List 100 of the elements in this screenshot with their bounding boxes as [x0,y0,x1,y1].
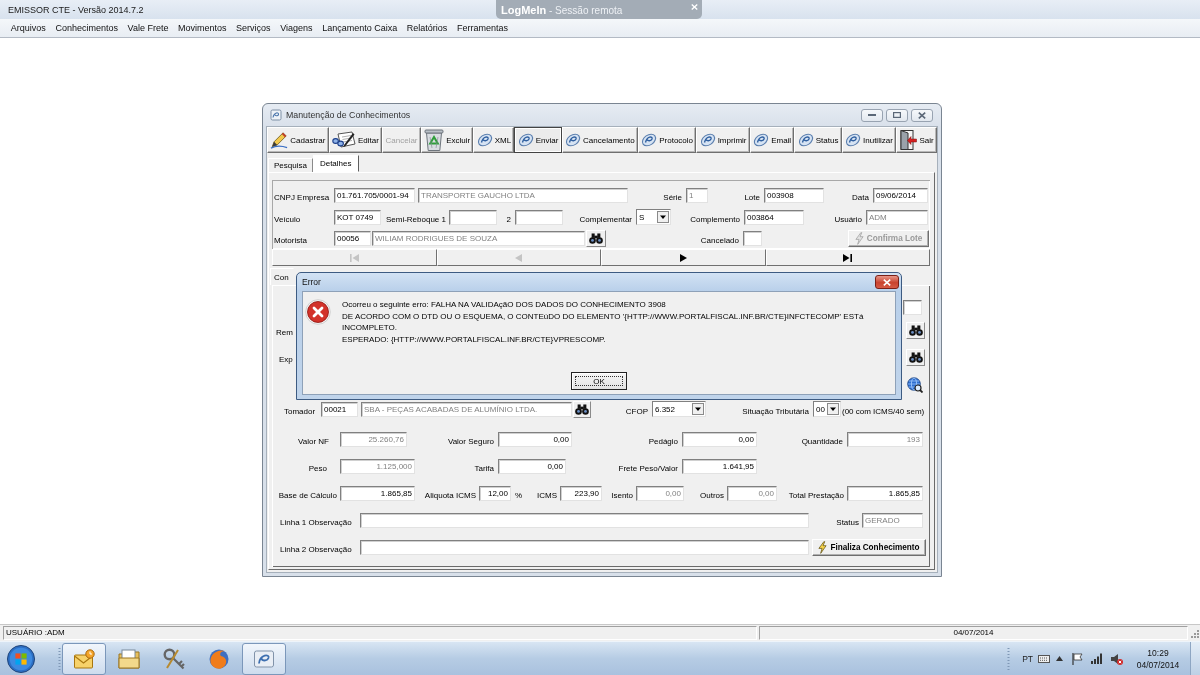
tab[interactable]: Pesquisa [268,158,313,172]
toolbar-button[interactable]: Editar [328,127,383,153]
text-field[interactable]: 09/06/2014 [873,188,928,203]
search-button[interactable] [586,230,606,247]
toolbar-button[interactable]: Cadastrar [267,127,329,153]
field-label: Peso [308,464,327,475]
ok-button[interactable]: OK [571,372,627,390]
field-label: Linha 1 Observação [280,518,352,529]
menu-item[interactable]: Arquivos [6,23,51,33]
field-label: Série [663,193,682,204]
swirl-icon [565,132,582,148]
toolbar-button[interactable]: Enviar [514,127,562,153]
up-arrow-icon[interactable] [1056,656,1063,661]
text-field[interactable]: 0,00 [498,459,566,474]
start-button[interactable] [4,642,38,675]
close-button[interactable] [875,275,899,289]
toolbar-button[interactable]: Protocolo [637,127,697,153]
swirl-icon [797,132,814,148]
tab[interactable]: Detalhes [312,155,359,172]
text-field[interactable] [449,210,497,225]
field-label: Valor Seguro [447,437,494,448]
search-button[interactable] [906,322,925,339]
minimize-button[interactable] [861,108,883,122]
menu-item[interactable]: Vale Frete [122,23,174,33]
field-label: Isento [611,491,633,502]
signal-icon[interactable] [1091,653,1102,664]
toolbar-button[interactable]: XML [473,127,515,153]
globe-search-icon [907,376,923,393]
text-field[interactable]: 1.641,95 [682,459,757,474]
toolbar-button[interactable]: Inutilizar [841,127,897,153]
text-field[interactable]: 00021 [321,402,358,417]
document-icon [270,109,282,121]
muted-speaker-icon[interactable] [1111,652,1123,665]
toolbar-button[interactable]: Imprimir [696,127,750,153]
text-field[interactable]: 223,90 [560,486,602,501]
text-field[interactable]: 1.865,85 [847,486,923,501]
search-button[interactable] [906,349,925,366]
app-title: EMISSOR CTE - Versão 2014.7.2 [8,4,144,15]
search-button[interactable] [573,401,591,418]
menu-item[interactable]: Conhecimentos [50,23,123,33]
field-label: Status [836,518,859,529]
toolbar-button[interactable]: Excluir [420,127,474,153]
last-record-button[interactable] [765,249,930,266]
text-field[interactable] [360,540,809,555]
toolbar-button[interactable]: Sair [896,127,937,153]
dropdown[interactable]: S [636,209,671,225]
toolbar-button[interactable]: Cancelamento [561,127,638,153]
maximize-button[interactable] [886,108,908,122]
text-field[interactable] [903,300,922,315]
close-icon [918,111,926,119]
language-indicator[interactable]: PT [1022,653,1033,664]
text-field[interactable]: 003908 [764,188,824,203]
first-record-button[interactable] [272,249,437,266]
field-label: CNPJ Empresa [274,193,330,204]
recycle-bin-icon [424,129,445,151]
menu-item[interactable]: Movimentos [173,23,232,33]
text-field[interactable] [515,210,563,225]
action-button[interactable]: Finaliza Conhecimento [812,539,926,556]
text-field[interactable]: 1.865,85 [340,486,415,501]
globe-icon [208,647,230,670]
dropdown[interactable]: 00 [813,401,841,417]
text-field[interactable] [360,513,809,528]
toolbar-button[interactable]: Status [794,127,842,153]
text-field[interactable]: 12,00 [479,486,511,501]
clock-time[interactable]: 10:29 [1147,646,1169,659]
clock-date[interactable]: 04/07/2014 [1136,658,1180,671]
field-label: Situação Tributária [742,407,809,418]
tab[interactable]: Con [270,268,294,285]
flag-icon[interactable] [1072,652,1083,665]
text-field[interactable]: 003864 [744,210,804,225]
text-field[interactable]: 00056 [334,231,371,246]
text-field[interactable]: 0,00 [498,432,572,447]
prior-record-button[interactable] [436,249,601,266]
text-field[interactable]: 01.761.705/0001-94 [334,188,415,203]
web-search-button[interactable] [906,376,924,393]
menu-item[interactable]: Viagens [275,23,318,33]
toolbar-button[interactable]: Email [749,127,795,153]
dropdown[interactable]: 6.352 [652,401,706,417]
text-field[interactable]: 0,00 [682,432,757,447]
swirl-icon [753,132,770,148]
menu-item[interactable]: Serviços [231,23,276,33]
field-label: Base de Cálculo [278,491,337,502]
taskbar-button[interactable] [62,642,106,675]
menu-item[interactable]: Relatórios [402,23,453,33]
field-label: Aliquota ICMS [424,491,476,502]
field-label: Cancelado [700,236,739,247]
text-field[interactable]: KOT 0749 [334,210,381,225]
taskbar-button[interactable] [242,642,286,675]
close-button[interactable] [911,108,933,122]
keyboard-icon[interactable] [1038,654,1050,663]
swirl-icon [517,132,534,148]
next-record-button[interactable] [601,249,766,266]
field-label: Complemento [690,215,740,226]
menu-item[interactable]: Ferramentas [452,23,513,33]
orb-icon [7,644,35,673]
field-label: Quantidade [801,437,843,448]
field-label: % [514,491,523,502]
field-label: Pedágio [648,437,678,448]
menu-item[interactable]: Lançamento Caixa [317,23,403,33]
text-field[interactable] [743,231,762,246]
